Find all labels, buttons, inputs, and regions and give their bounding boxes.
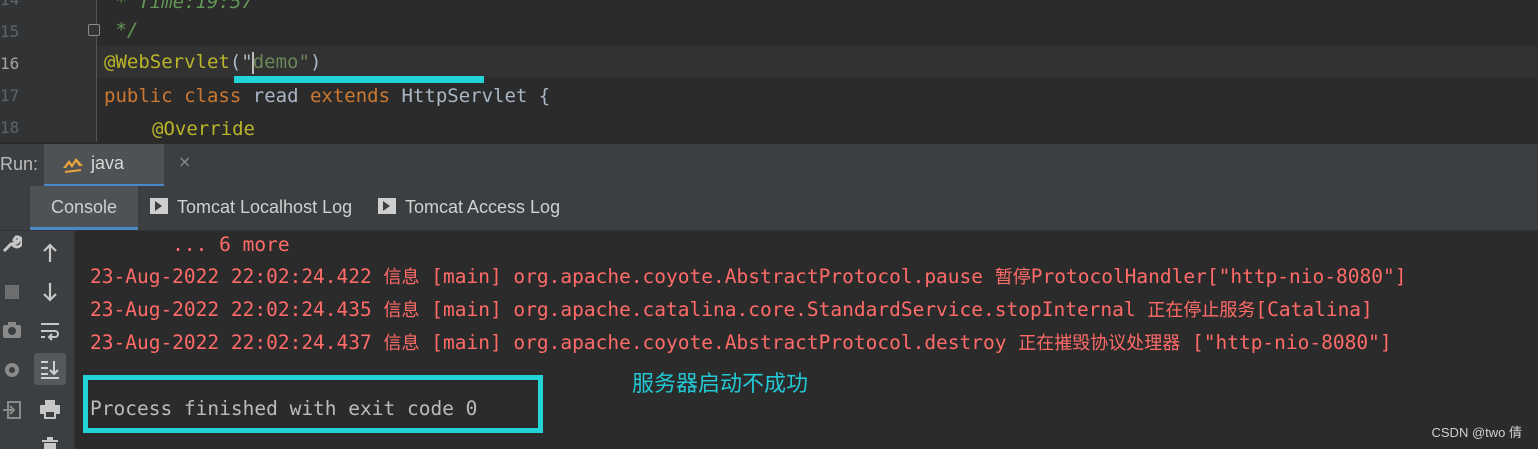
line-number: 18 — [0, 118, 20, 137]
paren-open: (" — [229, 51, 253, 73]
log-timestamp: 23-Aug-2022 22:02:24.437 — [90, 331, 384, 354]
keyword-public: public — [104, 85, 173, 107]
parent-class: HttpServlet — [401, 85, 528, 107]
brace: { — [538, 85, 551, 107]
wrench-icon[interactable] — [0, 230, 24, 258]
code-line-webservlet: @WebServlet("demo") — [104, 46, 321, 78]
log-message: 正在摧毁协议处理器 — [1018, 333, 1181, 354]
highlight-underline — [234, 76, 484, 83]
console-tab-bar: Console Tomcat Localhost Log Tomcat Acce… — [0, 186, 1538, 231]
log-body: [main] org.apache.coyote.AbstractProtoco… — [419, 331, 1019, 354]
arrow-up-icon[interactable] — [34, 237, 66, 269]
soft-wrap-icon[interactable] — [34, 315, 66, 347]
log-line: 23-Aug-2022 22:02:24.422 信息 [main] org.a… — [90, 263, 1406, 292]
run-label: Run: — [0, 154, 39, 174]
log-icon — [378, 198, 396, 215]
tab-tomcat-localhost-log[interactable]: Tomcat Localhost Log — [150, 186, 352, 228]
line-number: 15 — [0, 22, 20, 41]
log-body: [main] org.apache.coyote.AbstractProtoco… — [419, 265, 995, 288]
console-toolbar — [26, 231, 75, 449]
line-number-current: 16 — [0, 54, 20, 73]
log-message: 正在停止服务 — [1147, 300, 1256, 321]
class-name: read — [252, 85, 299, 107]
code-line-override: @Override — [152, 118, 255, 140]
keyword-class: class — [184, 85, 242, 107]
tab-label: Tomcat Localhost Log — [177, 197, 353, 217]
camera-icon[interactable] — [0, 316, 24, 344]
settings-gear-icon[interactable] — [0, 356, 24, 384]
log-level: 信息 — [383, 333, 420, 354]
log-message: 暂停 — [994, 267, 1031, 288]
tab-label: Tomcat Access Log — [405, 197, 561, 217]
code-line-class-decl: public class read extends HttpServlet { — [104, 80, 550, 112]
tab-console[interactable]: Console — [30, 186, 138, 230]
stop-icon[interactable] — [0, 278, 24, 306]
ide-window: 14 15 16 17 18 * Time:19:57 */ @WebServl… — [0, 0, 1538, 449]
trash-icon[interactable] — [34, 431, 66, 449]
log-timestamp: 23-Aug-2022 22:02:24.422 — [90, 265, 384, 288]
string-literal: demo" — [252, 51, 310, 73]
annotation-note: 服务器启动不成功 — [632, 372, 809, 397]
log-line-more: ... 6 more — [90, 233, 290, 256]
log-line: 23-Aug-2022 22:02:24.437 信息 [main] org.a… — [90, 329, 1392, 358]
editor-gutter: 14 15 16 17 18 — [0, 0, 100, 142]
run-tab-java[interactable]: java × — [44, 144, 191, 186]
log-level: 信息 — [383, 300, 420, 321]
log-icon — [150, 198, 168, 215]
line-number: 17 — [0, 86, 20, 105]
run-toolwindow-header: Run: java × — [0, 143, 1538, 186]
code-line-comment-end: */ — [104, 19, 139, 41]
watermark: CSDN @two 倩 — [1431, 425, 1523, 440]
login-icon[interactable] — [0, 396, 24, 424]
log-body: [main] org.apache.catalina.core.Standard… — [419, 298, 1148, 321]
line-number: 14 — [0, 0, 22, 10]
scroll-to-end-icon[interactable] — [34, 353, 66, 385]
keyword-extends: extends — [309, 85, 391, 107]
log-level: 信息 — [383, 267, 420, 288]
log-tail: ["http-nio-8080"] — [1180, 331, 1392, 354]
log-timestamp: 23-Aug-2022 22:02:24.435 — [90, 298, 384, 321]
arrow-down-icon[interactable] — [34, 276, 66, 308]
annotation-webservlet: @WebServlet — [104, 51, 230, 73]
fold-marker-icon[interactable] — [88, 24, 100, 36]
code-editor[interactable]: 14 15 16 17 18 * Time:19:57 */ @WebServl… — [0, 0, 1538, 142]
tab-tomcat-access-log[interactable]: Tomcat Access Log — [378, 186, 560, 228]
log-line: 23-Aug-2022 22:02:24.435 信息 [main] org.a… — [90, 296, 1373, 325]
tomcat-icon — [63, 158, 83, 173]
print-icon[interactable] — [34, 393, 66, 425]
run-tab-label: java — [91, 153, 125, 173]
highlight-box — [83, 375, 543, 433]
close-icon[interactable]: × — [178, 152, 191, 171]
paren-close: ) — [309, 51, 322, 73]
log-tail: [Catalina] — [1255, 298, 1373, 321]
log-tail: ProtocolHandler["http-nio-8080"] — [1030, 265, 1407, 288]
